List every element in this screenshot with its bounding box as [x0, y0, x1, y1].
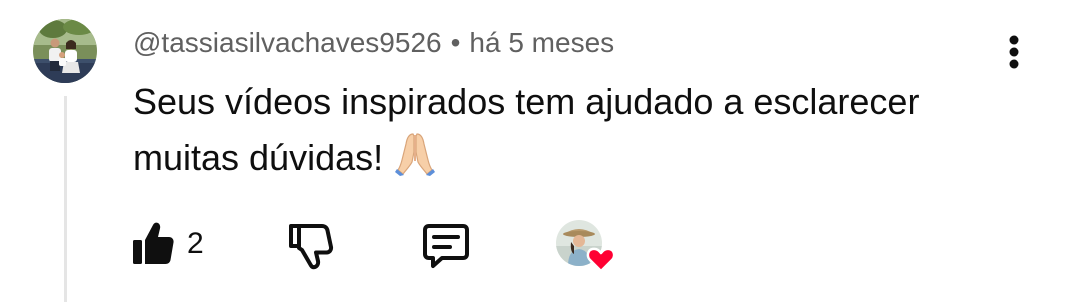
dislike-button[interactable] [287, 220, 335, 272]
creator-heart-icon [586, 247, 616, 273]
thumbs-up-icon [133, 222, 174, 264]
comment-container: @tassiasilvachaves9526 • há 5 meses Seus… [0, 0, 1080, 302]
creator-heart-badge[interactable] [556, 220, 618, 280]
like-count: 2 [187, 227, 204, 260]
more-options-button[interactable] [996, 28, 1032, 76]
separator-dot: • [450, 27, 461, 58]
comment-actions-bar: 2 [0, 212, 1080, 276]
comment-text: Seus vídeos inspirados tem ajudado a esc… [133, 81, 920, 178]
avatar-image [33, 19, 97, 83]
comment-text-block: Seus vídeos inspirados tem ajudado a esc… [133, 74, 993, 186]
reply-comment-icon [423, 224, 469, 268]
comment-timestamp[interactable]: há 5 meses [469, 27, 614, 59]
more-vertical-icon [1009, 35, 1019, 69]
folded-hands-icon [395, 132, 436, 176]
reply-button[interactable] [422, 220, 470, 270]
like-button[interactable] [131, 220, 175, 268]
thumbs-down-icon [289, 224, 334, 270]
comment-header: @tassiasilvachaves9526 • há 5 meses [133, 25, 614, 61]
author-avatar[interactable] [33, 19, 97, 83]
author-handle[interactable]: @tassiasilvachaves9526 [133, 27, 442, 59]
